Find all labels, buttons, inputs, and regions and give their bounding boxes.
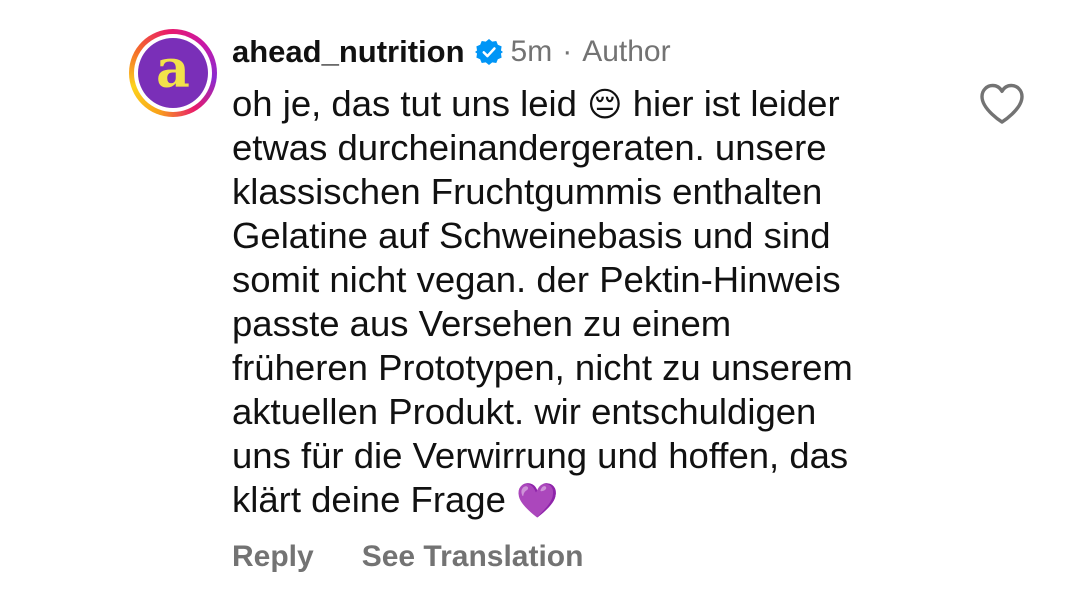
avatar[interactable]: a <box>138 38 208 108</box>
avatar-letter: a <box>156 39 190 100</box>
comment-line: etwas durcheinandergeraten. unsere <box>232 127 827 168</box>
comment-line: somit nicht vegan. der Pektin-Hinweis <box>232 259 841 300</box>
comment-line: Gelatine auf Schweinebasis und sind <box>232 215 831 256</box>
reply-button[interactable]: Reply <box>232 540 314 574</box>
separator-dot: · <box>562 35 573 68</box>
comment-line: klärt deine Frage 💜 <box>232 478 952 522</box>
purple-heart-emoji-icon: 💜 <box>516 481 559 521</box>
comment-actions: Reply See Translation <box>232 540 583 574</box>
heart-outline-icon[interactable] <box>978 82 1026 126</box>
comment-header: ahead_nutrition 5m · Author <box>232 30 671 74</box>
comment-line: oh je, das tut uns leid 😔 hier ist leide… <box>232 82 952 126</box>
avatar-ring-gap: a <box>134 34 212 112</box>
comment-timestamp: 5m <box>510 35 553 68</box>
pensive-face-emoji-icon: 😔 <box>587 85 623 125</box>
see-translation-button[interactable]: See Translation <box>362 540 584 574</box>
comment-text: hier ist leider <box>622 83 840 124</box>
comment-line: klassischen Fruchtgummis enthalten <box>232 171 823 212</box>
avatar-story-ring[interactable]: a <box>129 29 217 117</box>
comment-body: oh je, das tut uns leid 😔 hier ist leide… <box>232 82 952 522</box>
comment-text: klärt deine Frage <box>232 479 517 520</box>
verified-badge-icon <box>474 38 503 66</box>
author-label: Author <box>582 35 671 68</box>
comment-line: aktuellen Produkt. wir entschuldigen <box>232 391 817 432</box>
username-link[interactable]: ahead_nutrition <box>232 34 465 70</box>
comment-line: passte aus Versehen zu einem <box>232 303 732 344</box>
comment-text: oh je, das tut uns leid <box>232 83 588 124</box>
comment-item: a ahead_nutrition 5m · Author oh je, das… <box>0 0 1080 594</box>
comment-line: uns für die Verwirrung und hoffen, das <box>232 435 849 476</box>
comment-line: früheren Prototypen, nicht zu unserem <box>232 347 853 388</box>
